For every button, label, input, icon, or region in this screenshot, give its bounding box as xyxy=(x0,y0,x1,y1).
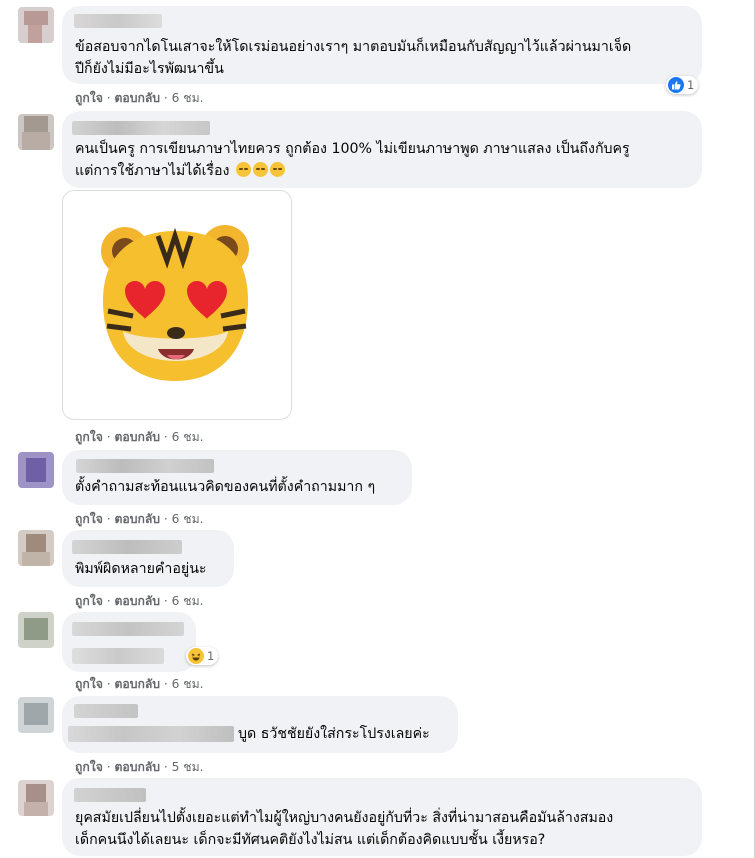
timestamp[interactable]: 6 ชม. xyxy=(172,430,204,444)
avatar[interactable] xyxy=(18,452,54,488)
comment-text-line: เด็กคนนึงได้เลยนะ เด็กจะมีทัศนคติยังไงไม… xyxy=(75,832,546,848)
separator: · xyxy=(163,677,168,691)
like-link[interactable]: ถูกใจ xyxy=(75,594,103,608)
separator: · xyxy=(163,760,168,774)
pensive-face-icon xyxy=(270,162,285,177)
comment-bubble: ยุคสมัยเปลี่ยนไปตั้งเยอะแต่ทำไมผู้ใหญ่บา… xyxy=(62,778,702,856)
comment-bubble: ตั้งคำถามสะท้อนแนวคิดของคนที่ตั้งคำถามมา… xyxy=(62,450,412,505)
separator: · xyxy=(106,91,111,105)
reaction-count: 1 xyxy=(207,649,215,663)
comment-text-line: คนเป็นครู การเขียนภาษาไทยควร ถูกต้อง 100… xyxy=(75,141,630,157)
tagged-name-blurred[interactable] xyxy=(68,726,234,742)
comment-actions: ถูกใจ · ตอบกลับ · 6 ชม. xyxy=(75,510,203,529)
timestamp[interactable]: 6 ชม. xyxy=(172,512,204,526)
timestamp[interactable]: 6 ชม. xyxy=(172,677,204,691)
comment-actions: ถูกใจ · ตอบกลับ · 5 ชม. xyxy=(75,758,203,777)
reply-link[interactable]: ตอบกลับ xyxy=(114,760,160,774)
separator: · xyxy=(106,760,111,774)
author-name-blurred[interactable] xyxy=(76,459,214,473)
reply-link[interactable]: ตอบกลับ xyxy=(114,594,160,608)
avatar[interactable] xyxy=(18,612,54,648)
comment-text-blurred xyxy=(72,648,164,664)
tiger-heart-eyes-sticker[interactable] xyxy=(62,190,292,420)
reply-link[interactable]: ตอบกลับ xyxy=(114,512,160,526)
separator: · xyxy=(106,512,111,526)
comment-bubble: พิมพ์ผิดหลายคำอยู่นะ xyxy=(62,530,234,587)
timestamp[interactable]: 6 ชม. xyxy=(172,594,204,608)
comment-text-line: พิมพ์ผิดหลายคำอยู่นะ xyxy=(75,561,207,577)
separator: · xyxy=(106,430,111,444)
comment-text-line: ตั้งคำถามสะท้อนแนวคิดของคนที่ตั้งคำถามมา… xyxy=(75,479,376,495)
like-icon xyxy=(668,77,684,93)
reply-link[interactable]: ตอบกลับ xyxy=(114,430,160,444)
comment-actions: ถูกใจ · ตอบกลับ · 6 ชม. xyxy=(75,89,203,108)
avatar[interactable] xyxy=(18,530,54,566)
avatar[interactable] xyxy=(18,114,54,150)
author-name-blurred[interactable] xyxy=(74,704,138,718)
comment-bubble: บูด ธวัชชัยยังใส่กระโปรงเลยค่ะ xyxy=(62,696,458,753)
author-name-blurred[interactable] xyxy=(72,540,182,554)
author-name-blurred[interactable] xyxy=(74,14,162,28)
separator: · xyxy=(163,594,168,608)
avatar[interactable] xyxy=(18,7,54,43)
separator: · xyxy=(163,430,168,444)
author-name-blurred[interactable] xyxy=(72,121,210,135)
like-link[interactable]: ถูกใจ xyxy=(75,430,103,444)
comment-text-line: ข้อสอบจากไดโนเสาจะให้โดเรม่อนอย่างเราๆ ม… xyxy=(75,39,632,55)
avatar[interactable] xyxy=(18,697,54,733)
like-link[interactable]: ถูกใจ xyxy=(75,91,103,105)
separator: · xyxy=(106,677,111,691)
comment-bubble xyxy=(62,612,196,672)
author-name-blurred[interactable] xyxy=(74,788,146,802)
haha-icon xyxy=(188,648,204,664)
separator: · xyxy=(163,91,168,105)
pensive-face-icon xyxy=(236,162,251,177)
comment-actions: ถูกใจ · ตอบกลับ · 6 ชม. xyxy=(75,675,203,694)
comment-text-line: ยุคสมัยเปลี่ยนไปตั้งเยอะแต่ทำไมผู้ใหญ่บา… xyxy=(75,810,614,826)
reaction-summary[interactable]: 1 xyxy=(666,76,699,94)
reply-link[interactable]: ตอบกลับ xyxy=(114,91,160,105)
comment-text-line: บูด ธวัชชัยยังใส่กระโปรงเลยค่ะ xyxy=(238,726,430,742)
reaction-count: 1 xyxy=(687,78,695,92)
comment-actions: ถูกใจ · ตอบกลับ · 6 ชม. xyxy=(75,428,203,447)
timestamp[interactable]: 6 ชม. xyxy=(172,91,204,105)
like-link[interactable]: ถูกใจ xyxy=(75,760,103,774)
comment-text-line: แต่การใช้ภาษาไม่ได้เรื่อง xyxy=(75,160,285,182)
author-name-blurred[interactable] xyxy=(72,622,184,636)
comment-bubble: คนเป็นครู การเขียนภาษาไทยควร ถูกต้อง 100… xyxy=(62,111,702,188)
avatar[interactable] xyxy=(18,780,54,816)
comment-actions: ถูกใจ · ตอบกลับ · 6 ชม. xyxy=(75,592,203,611)
comment-text-line: ปีก็ยังไม่มีอะไรพัฒนาขึ้น xyxy=(75,61,224,77)
like-link[interactable]: ถูกใจ xyxy=(75,677,103,691)
reply-link[interactable]: ตอบกลับ xyxy=(114,677,160,691)
separator: · xyxy=(106,594,111,608)
timestamp[interactable]: 5 ชม. xyxy=(172,760,204,774)
like-link[interactable]: ถูกใจ xyxy=(75,512,103,526)
separator: · xyxy=(163,512,168,526)
comment-bubble: ข้อสอบจากไดโนเสาจะให้โดเรม่อนอย่างเราๆ ม… xyxy=(62,6,702,84)
reaction-summary[interactable]: 1 xyxy=(186,647,219,665)
pensive-face-icon xyxy=(253,162,268,177)
comment-text-part: แต่การใช้ภาษาไม่ได้เรื่อง xyxy=(75,163,230,179)
